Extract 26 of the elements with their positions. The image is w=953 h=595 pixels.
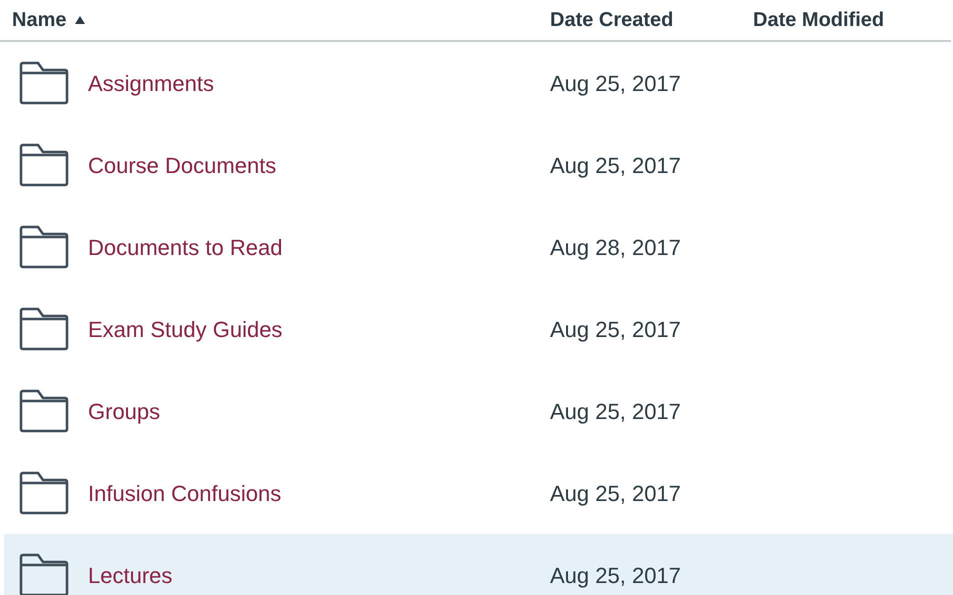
sort-up-icon (74, 15, 86, 25)
table-cell-text: Aug 25, 2017 (550, 152, 681, 180)
folder-link[interactable]: Lectures (88, 558, 172, 592)
table-cell-text: Aug 25, 2017 (550, 398, 681, 426)
table-row[interactable]: Lectures Aug 25, 2017 (4, 534, 953, 595)
column-header[interactable]: Date Modified (753, 5, 884, 35)
column-header[interactable]: Name (12, 5, 86, 35)
folder-icon (18, 225, 70, 269)
folder-link[interactable]: Documents to Read (88, 230, 282, 264)
folder-icon (18, 553, 70, 595)
folder-link[interactable]: Infusion Confusions (88, 476, 282, 510)
table-cell-text: Aug 28, 2017 (550, 234, 681, 262)
folder-link[interactable]: Groups (88, 394, 160, 428)
table-cell-text: Aug 25, 2017 (550, 562, 681, 590)
table-cell-text: Aug 25, 2017 (550, 70, 681, 98)
table-cell-text: Aug 25, 2017 (550, 316, 681, 344)
folder-link[interactable]: Assignments (88, 66, 214, 100)
folder-icon (18, 61, 70, 105)
folder-icon (18, 143, 70, 187)
folder-link[interactable]: Course Documents (88, 148, 276, 182)
folder-icon (18, 471, 70, 515)
table-cell-text: Aug 25, 2017 (550, 480, 681, 508)
folder-icon (18, 389, 70, 433)
folder-icon (18, 307, 70, 351)
folder-link[interactable]: Exam Study Guides (88, 312, 282, 346)
column-header[interactable]: Date Created (550, 5, 674, 35)
